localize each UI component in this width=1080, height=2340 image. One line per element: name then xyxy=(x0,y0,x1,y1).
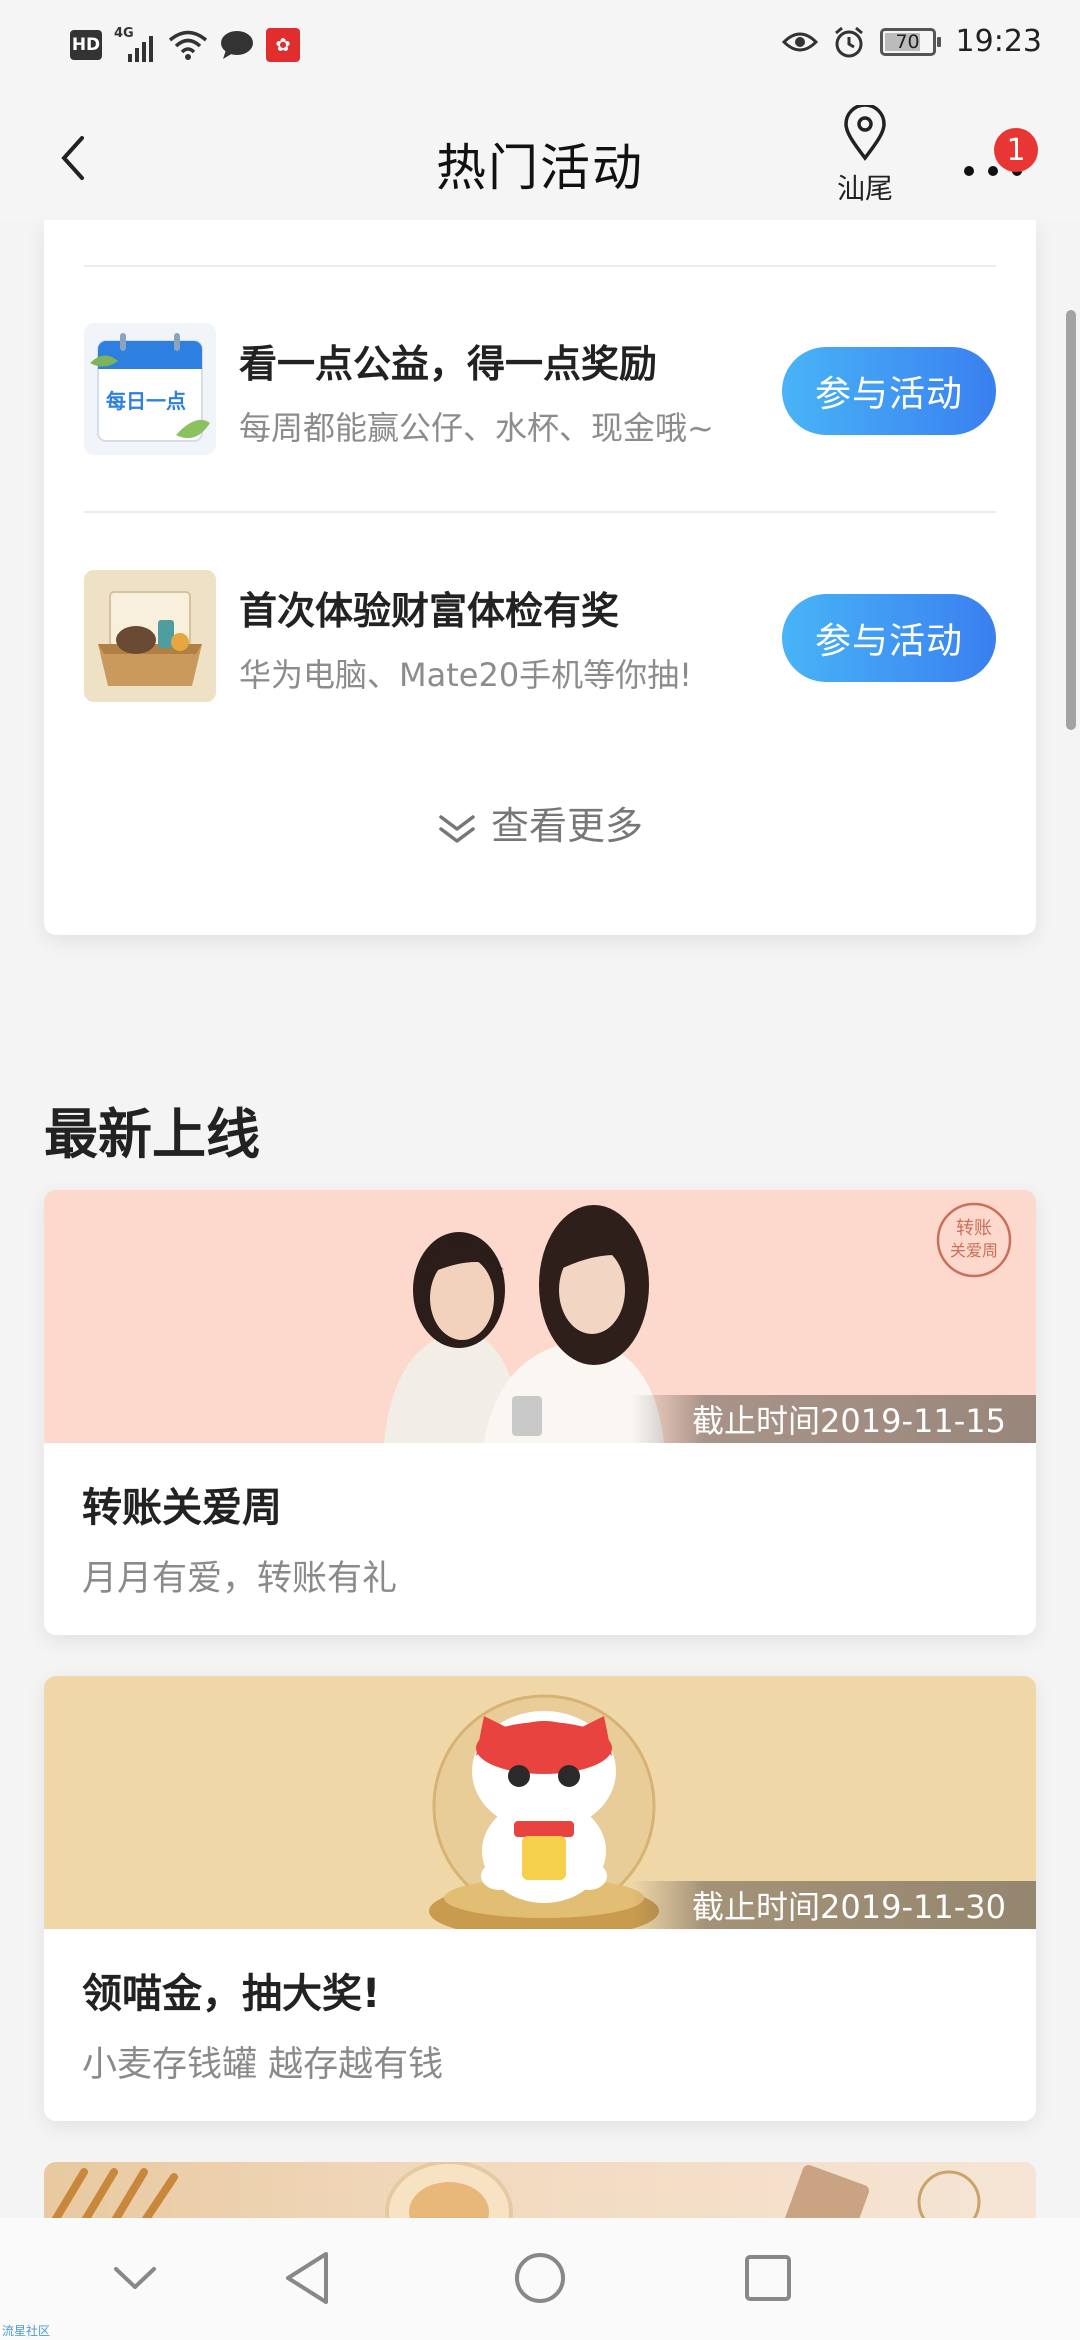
location-button[interactable]: 汕尾 xyxy=(830,103,900,207)
location-label: 汕尾 xyxy=(836,172,893,205)
battery-icon: 70 xyxy=(879,27,941,56)
cellular-signal-icon: 4G xyxy=(114,26,156,62)
promo-card-partial[interactable] xyxy=(44,2162,1036,2220)
scrollbar[interactable] xyxy=(1066,310,1076,730)
location-pin-icon xyxy=(844,103,886,161)
promo-subtitle: 月月有爱，转账有礼 xyxy=(82,1559,398,1599)
see-more-link[interactable]: 查看更多 xyxy=(44,795,1036,850)
system-navigation-bar xyxy=(0,2218,1080,2340)
square-recents-icon xyxy=(745,2255,791,2301)
promo-card[interactable]: 转账 关爱周 截止时间2019-11-15 转账关爱周 月月有爱，转账有礼 xyxy=(44,1190,1036,1635)
promo-banner-cat: 截止时间2019-11-30 xyxy=(44,1676,1036,1929)
divider xyxy=(84,265,996,267)
hide-nav-button[interactable] xyxy=(100,2248,170,2308)
alarm-icon xyxy=(834,26,863,57)
stamp-text-2: 关爱周 xyxy=(950,1241,998,1260)
double-chevron-down-icon xyxy=(439,814,475,843)
circle-home-icon xyxy=(515,2253,565,2303)
activity-subtitle: 华为电脑、Mate20手机等你抽! xyxy=(239,656,693,694)
nav-home-button[interactable] xyxy=(505,2248,575,2308)
deadline-label: 截止时间2019-11-30 xyxy=(632,1881,1036,1929)
content-scroll-area[interactable]: 每日一点 看一点公益，得一点奖励 每周都能赢公仔、水杯、现金哦~ 参与活动 首次… xyxy=(0,220,1080,2220)
promo-card[interactable]: 截止时间2019-11-30 领喵金，抽大奖! 小麦存钱罐 越存越有钱 xyxy=(44,1676,1036,2121)
divider xyxy=(84,511,996,513)
calendar-thumb-text: 每日一点 xyxy=(106,389,186,413)
gift-box-icon xyxy=(84,570,216,702)
deadline-label: 截止时间2019-11-15 xyxy=(632,1395,1036,1443)
see-more-label: 查看更多 xyxy=(490,804,643,848)
promo-banner-transfer: 转账 关爱周 截止时间2019-11-15 xyxy=(44,1190,1036,1443)
nav-back-button[interactable] xyxy=(272,2248,342,2308)
message-icon xyxy=(221,31,253,59)
watermark: 流星社区 xyxy=(2,2324,51,2338)
nav-recents-button[interactable] xyxy=(733,2248,803,2308)
promo-subtitle: 小麦存钱罐 越存越有钱 xyxy=(82,2045,444,2085)
wifi-icon xyxy=(168,30,208,60)
activity-item[interactable]: 每日一点 看一点公益，得一点奖励 每周都能赢公仔、水杯、现金哦~ 参与活动 xyxy=(84,323,996,463)
page-title: 热门活动 xyxy=(436,139,644,197)
join-activity-button[interactable]: 参与活动 xyxy=(782,594,996,682)
eye-comfort-icon xyxy=(781,32,818,51)
activity-subtitle: 每周都能赢公仔、水杯、现金哦~ xyxy=(239,409,714,447)
activity-title: 看一点公益，得一点奖励 xyxy=(239,342,658,386)
coffee-banner-image xyxy=(50,2162,981,2220)
hot-activities-card: 每日一点 看一点公益，得一点奖励 每周都能赢公仔、水杯、现金哦~ 参与活动 首次… xyxy=(44,220,1036,935)
activity-title: 首次体验财富体检有奖 xyxy=(239,589,620,633)
more-options-button[interactable]: 1 xyxy=(958,128,1038,190)
activity-item[interactable]: 首次体验财富体检有奖 华为电脑、Mate20手机等你抽! 参与活动 xyxy=(84,570,996,710)
chevron-down-icon xyxy=(114,2267,156,2289)
promo-title: 转账关爱周 xyxy=(82,1485,282,1531)
promo-title: 领喵金，抽大奖! xyxy=(82,1971,381,2017)
status-bar: HD 4G ✿ 70 19:23 xyxy=(0,0,1080,90)
notification-badge: 1 xyxy=(994,128,1038,172)
calendar-thumbnail: 每日一点 xyxy=(84,323,216,455)
hd-icon: HD xyxy=(70,30,102,60)
clock: 19:23 xyxy=(955,24,1042,59)
section-title: 最新上线 xyxy=(44,1103,260,1166)
huawei-app-icon: ✿ xyxy=(266,28,300,62)
join-activity-button[interactable]: 参与活动 xyxy=(782,347,996,435)
app-header: 热门活动 汕尾 1 xyxy=(0,90,1080,220)
wealth-check-thumbnail xyxy=(84,570,216,702)
triangle-back-icon xyxy=(286,2252,328,2304)
stamp-text-1: 转账 xyxy=(956,1218,992,1239)
